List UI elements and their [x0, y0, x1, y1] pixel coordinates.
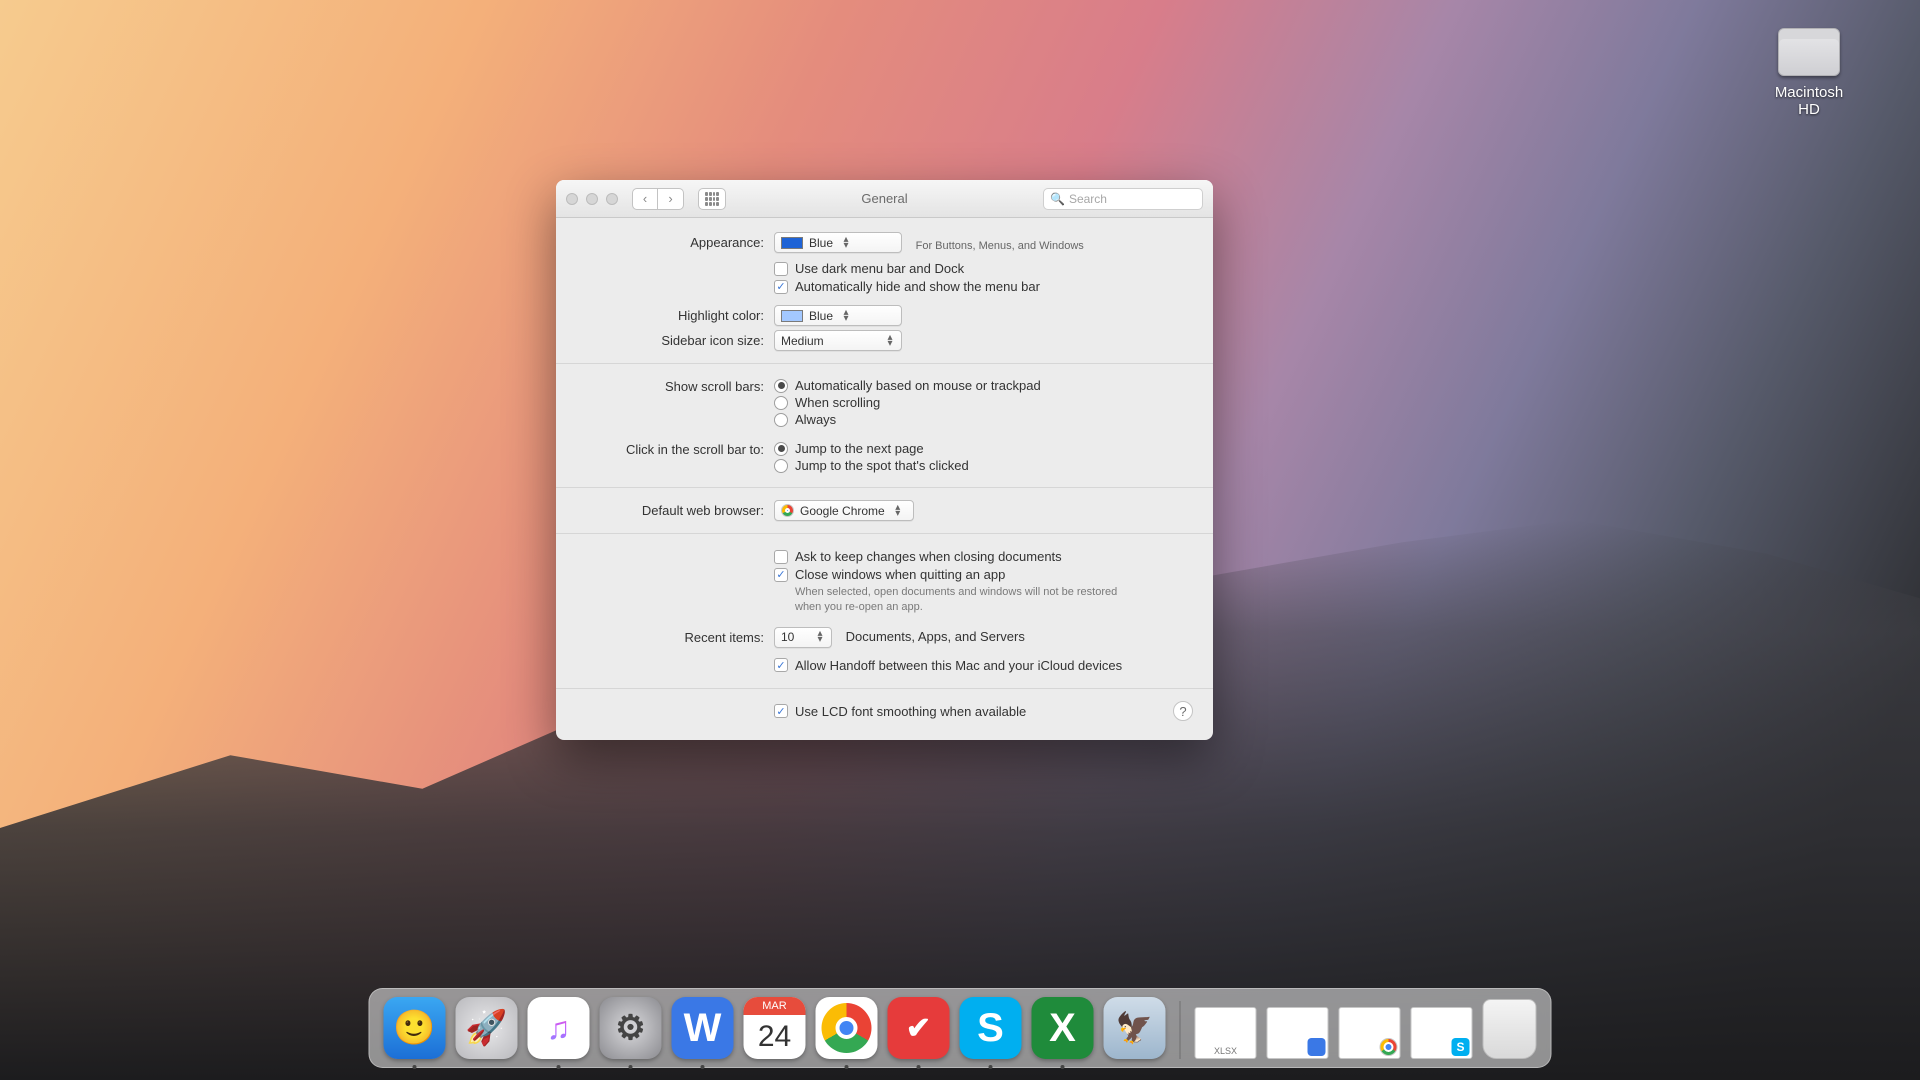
dock-excel[interactable]: X [1032, 997, 1094, 1059]
dock-mail[interactable]: 🦅 [1104, 997, 1166, 1059]
scroll-click-label: Click in the scroll bar to: [576, 439, 774, 457]
traffic-lights [566, 193, 618, 205]
handoff-checkbox[interactable]: ✓Allow Handoff between this Mac and your… [774, 658, 1193, 673]
titlebar[interactable]: ‹ › General 🔍 Search [556, 180, 1213, 218]
launchpad-icon: 🚀 [456, 997, 518, 1059]
close-windows-hint: When selected, open documents and window… [795, 585, 1135, 615]
hard-drive-icon [1778, 28, 1840, 76]
checkbox-checked-icon: ✓ [774, 704, 788, 718]
radio-icon [774, 396, 788, 410]
dock-word[interactable]: W [672, 997, 734, 1059]
finder-icon: 🙂 [384, 997, 446, 1059]
appearance-select[interactable]: Blue ▴▾ [774, 232, 902, 253]
appearance-label: Appearance: [576, 232, 774, 250]
todoist-icon: ✔ [888, 997, 950, 1059]
ask-keep-changes-checkbox[interactable]: Ask to keep changes when closing documen… [774, 549, 1193, 564]
scroll-always-radio[interactable]: Always [774, 412, 1193, 427]
sidebar-size-select[interactable]: Medium ▴▾ [774, 330, 902, 351]
radio-selected-icon [774, 379, 788, 393]
skype-badge-icon: S [1452, 1038, 1470, 1056]
blue-swatch-icon [781, 237, 803, 249]
chrome-icon [781, 504, 794, 517]
chevron-updown-icon: ▴▾ [891, 505, 905, 517]
recent-items-label: Recent items: [576, 627, 774, 645]
calendar-day: 24 [744, 1015, 806, 1059]
checkbox-icon [774, 262, 788, 276]
dock-minimized-4[interactable]: S [1411, 1007, 1473, 1059]
checkbox-checked-icon: ✓ [774, 658, 788, 672]
dock-finder[interactable]: 🙂 [384, 997, 446, 1059]
back-button[interactable]: ‹ [632, 188, 658, 210]
search-icon: 🔍 [1050, 192, 1065, 206]
dock-launchpad[interactable]: 🚀 [456, 997, 518, 1059]
checkbox-checked-icon: ✓ [774, 568, 788, 582]
close-windows-checkbox[interactable]: ✓Close windows when quitting an app [774, 567, 1193, 582]
search-field[interactable]: 🔍 Search [1043, 188, 1203, 210]
zoom-button[interactable] [606, 193, 618, 205]
chevron-updown-icon: ▴▾ [839, 310, 853, 322]
skype-icon: S [960, 997, 1022, 1059]
scrollbars-label: Show scroll bars: [576, 376, 774, 394]
help-button[interactable]: ? [1173, 701, 1193, 721]
checkbox-icon [774, 550, 788, 564]
dock-minimized-2[interactable] [1267, 1007, 1329, 1059]
desktop-drive[interactable]: Macintosh HD [1764, 28, 1854, 118]
excel-icon: X [1032, 997, 1094, 1059]
recent-items-hint: Documents, Apps, and Servers [846, 629, 1025, 644]
stamp-icon: 🦅 [1104, 997, 1166, 1059]
close-button[interactable] [566, 193, 578, 205]
radio-icon [774, 459, 788, 473]
click-spot-radio[interactable]: Jump to the spot that's clicked [774, 458, 1193, 473]
dock-minimized-1[interactable]: XLSX [1195, 1007, 1257, 1059]
chrome-icon [822, 1003, 872, 1053]
dark-menu-checkbox[interactable]: Use dark menu bar and Dock [774, 261, 1193, 276]
highlight-swatch-icon [781, 310, 803, 322]
click-next-page-radio[interactable]: Jump to the next page [774, 441, 1193, 456]
search-placeholder: Search [1069, 192, 1107, 206]
scroll-auto-radio[interactable]: Automatically based on mouse or trackpad [774, 378, 1193, 393]
highlight-color-select[interactable]: Blue ▴▾ [774, 305, 902, 326]
sidebar-size-label: Sidebar icon size: [576, 330, 774, 348]
dock: 🙂 🚀 ⚙ W MAR 24 ✔ S X 🦅 XLSX S [369, 988, 1552, 1068]
dock-system-preferences[interactable]: ⚙ [600, 997, 662, 1059]
system-preferences-window: ‹ › General 🔍 Search Appearance: Blue ▴▾… [556, 180, 1213, 740]
appearance-hint: For Buttons, Menus, and Windows [916, 240, 1084, 252]
chevron-updown-icon: ▴▾ [839, 237, 853, 249]
recent-items-select[interactable]: 10 ▴▾ [774, 627, 832, 648]
forward-button[interactable]: › [658, 188, 684, 210]
gear-icon: ⚙ [600, 997, 662, 1059]
checkbox-checked-icon: ✓ [774, 280, 788, 294]
chevron-updown-icon: ▴▾ [813, 631, 827, 643]
highlight-label: Highlight color: [576, 305, 774, 323]
scroll-when-radio[interactable]: When scrolling [774, 395, 1193, 410]
calendar-month: MAR [744, 997, 806, 1015]
chevron-updown-icon: ▴▾ [883, 335, 897, 347]
dock-minimized-3[interactable] [1339, 1007, 1401, 1059]
radio-selected-icon [774, 442, 788, 456]
grid-icon [705, 192, 719, 206]
word-icon: W [672, 997, 734, 1059]
dock-itunes[interactable] [528, 997, 590, 1059]
dock-skype[interactable]: S [960, 997, 1022, 1059]
show-all-button[interactable] [698, 188, 726, 210]
minimize-button[interactable] [586, 193, 598, 205]
dock-calendar[interactable]: MAR 24 [744, 997, 806, 1059]
dock-todoist[interactable]: ✔ [888, 997, 950, 1059]
dock-trash[interactable] [1483, 999, 1537, 1059]
chrome-badge-icon [1380, 1038, 1398, 1056]
auto-hide-menubar-checkbox[interactable]: ✓ Automatically hide and show the menu b… [774, 279, 1193, 294]
dock-divider [1180, 1001, 1181, 1059]
lcd-smoothing-checkbox[interactable]: ✓Use LCD font smoothing when available [774, 704, 1026, 719]
radio-icon [774, 413, 788, 427]
drive-label: Macintosh HD [1764, 84, 1854, 118]
default-browser-label: Default web browser: [576, 500, 774, 518]
word-badge-icon [1308, 1038, 1326, 1056]
default-browser-select[interactable]: Google Chrome ▴▾ [774, 500, 914, 521]
dock-chrome[interactable] [816, 997, 878, 1059]
